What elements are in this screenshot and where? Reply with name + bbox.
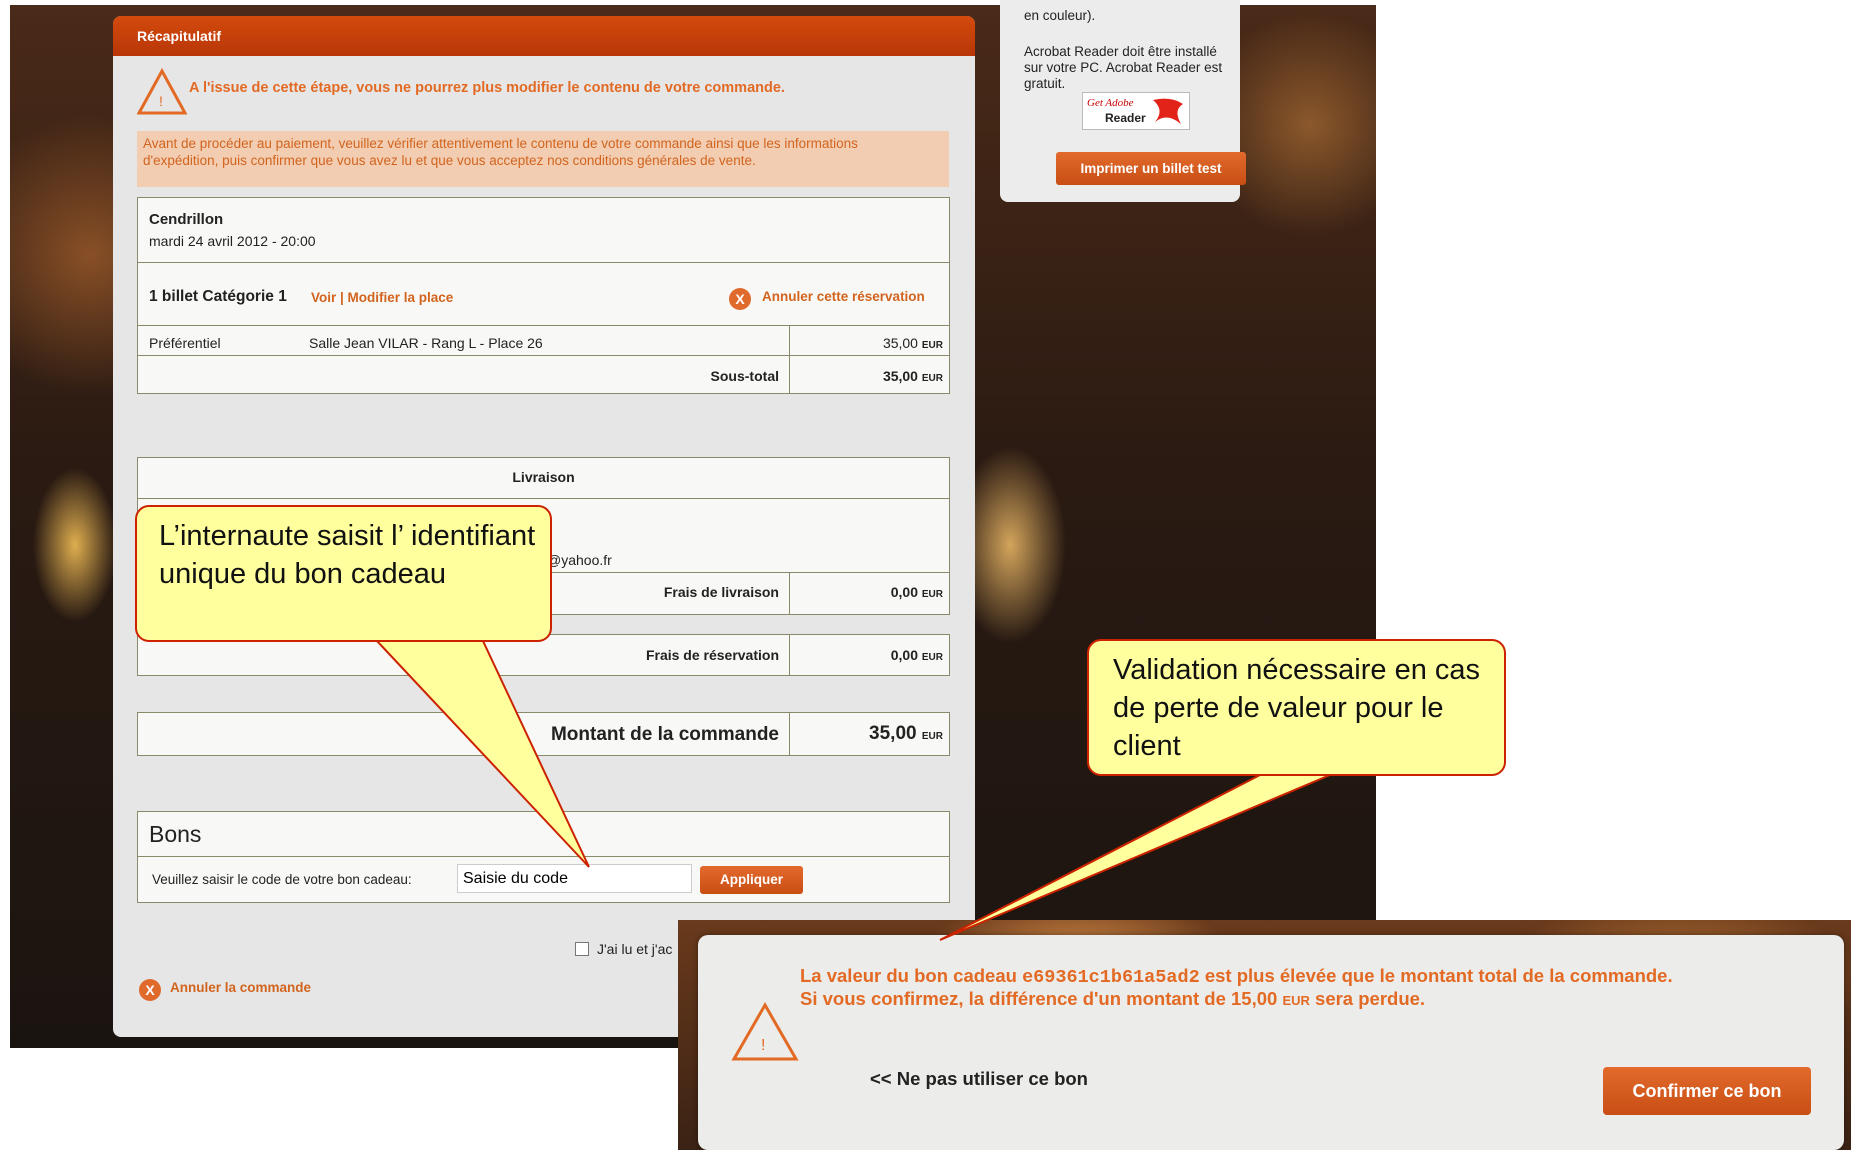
left-callout: L’internaute saisit l’ identifiant uniqu… [135,505,552,642]
left-callout-text: L’internaute saisit l’ identifiant uniqu… [159,520,536,590]
right-callout: Validation nécessaire en cas de perte de… [1087,639,1506,776]
right-callout-text: Validation nécessaire en cas de perte de… [1113,654,1481,762]
right-callout-pointer [939,774,1331,941]
left-callout-pointer [374,640,590,868]
